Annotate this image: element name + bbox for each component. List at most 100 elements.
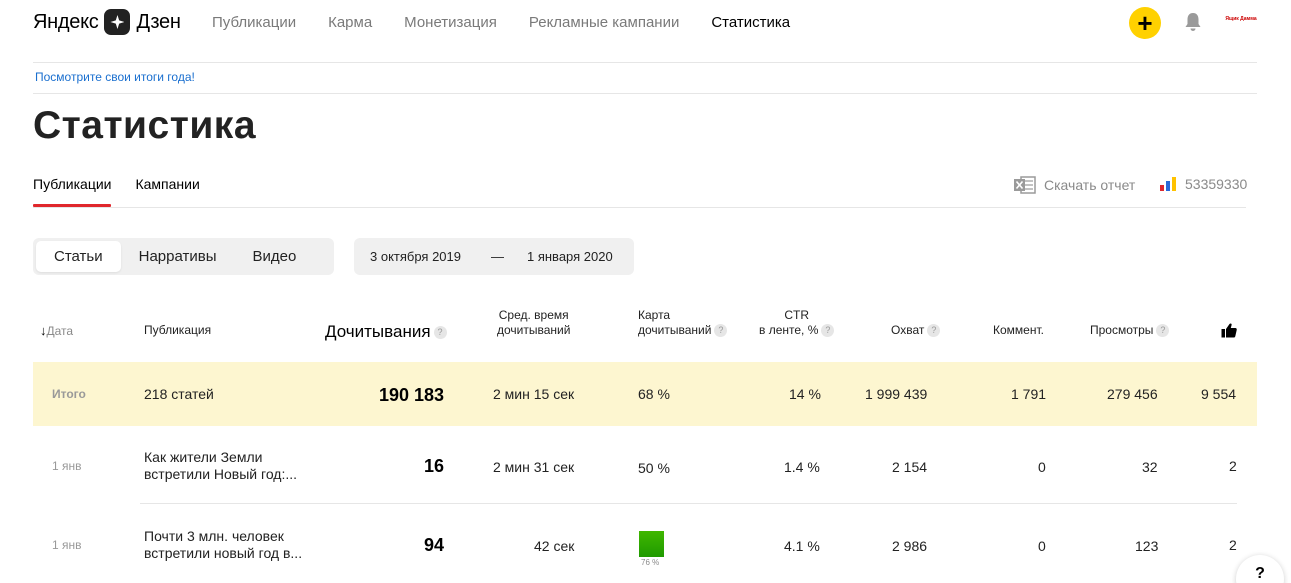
row-comments: 0 bbox=[1038, 459, 1046, 475]
row-ctr: 1.4 % bbox=[784, 459, 820, 475]
column-read-map-label-1: Карта bbox=[638, 308, 671, 322]
column-publication-header: Публикация bbox=[144, 323, 212, 337]
row-title-line-1: Как жители Земли bbox=[144, 449, 263, 465]
help-icon[interactable]: ? bbox=[714, 324, 728, 338]
date-from: 3 октября 2019 bbox=[370, 249, 461, 264]
column-reach-header[interactable]: Охват? bbox=[891, 323, 941, 338]
total-ctr: 14 % bbox=[789, 386, 821, 402]
divider bbox=[33, 93, 1257, 94]
nav-karma[interactable]: Карма bbox=[328, 14, 372, 31]
logo[interactable]: Яндекс Дзен bbox=[33, 9, 181, 35]
column-avg-time-label-1: Сред. время bbox=[498, 308, 569, 322]
nav-publications[interactable]: Публикации bbox=[212, 14, 296, 31]
total-views: 279 456 bbox=[1107, 386, 1158, 402]
column-comments-header[interactable]: Коммент. bbox=[993, 323, 1044, 338]
help-icon[interactable]: ? bbox=[821, 324, 835, 338]
row-avg-time: 42 сек bbox=[534, 538, 575, 554]
counter-id: 53359330 bbox=[1185, 176, 1248, 192]
total-reach: 1 999 439 bbox=[865, 386, 928, 402]
tab-campaigns[interactable]: Кампании bbox=[135, 176, 199, 206]
tab-publications[interactable]: Публикации bbox=[33, 176, 112, 207]
row-likes: 2 bbox=[1229, 458, 1237, 474]
total-reads: 190 183 bbox=[379, 385, 445, 405]
download-report-button[interactable]: Скачать отчет bbox=[1014, 176, 1135, 194]
nav-statistics[interactable]: Статистика bbox=[711, 14, 790, 31]
help-button[interactable]: ? bbox=[1236, 555, 1284, 583]
date-to: 1 января 2020 bbox=[527, 249, 613, 264]
row-ctr: 4.1 % bbox=[784, 538, 820, 554]
table-total-row: Итого 218 статей 190 183 2 мин 15 сек 68… bbox=[33, 362, 1257, 426]
row-date: 1 янв bbox=[52, 538, 82, 552]
logo-text-right: Дзен bbox=[136, 10, 181, 33]
column-reads-label: Дочитывания bbox=[325, 322, 431, 341]
total-publications: 218 статей bbox=[144, 386, 214, 402]
year-summary-link[interactable]: Посмотрите свои итоги года! bbox=[35, 70, 195, 84]
column-reach-label: Охват bbox=[891, 323, 925, 337]
column-read-map-label-2: дочитываний bbox=[638, 323, 712, 337]
logo-text-left: Яндекс bbox=[33, 10, 99, 33]
row-title-line-2: встретили Новый год:... bbox=[144, 466, 298, 482]
bell-icon[interactable] bbox=[1184, 12, 1202, 32]
main-nav: Публикации Карма Монетизация Рекламные к… bbox=[212, 14, 790, 31]
nav-monetization[interactable]: Монетизация bbox=[404, 14, 497, 31]
excel-icon bbox=[1014, 176, 1036, 194]
segment-video[interactable]: Видео bbox=[235, 241, 315, 272]
column-ctr-header[interactable]: CTR в ленте, %? bbox=[759, 308, 835, 338]
row-views: 123 bbox=[1135, 538, 1159, 554]
column-ctr-label-1: CTR bbox=[784, 308, 810, 322]
row-date: 1 янв bbox=[52, 459, 82, 473]
row-avg-time: 2 мин 31 сек bbox=[493, 459, 575, 475]
metrika-counter-link[interactable]: 53359330 bbox=[1159, 176, 1247, 192]
total-avg-time: 2 мин 15 сек bbox=[493, 386, 575, 402]
row-title[interactable]: Как жители Земли встретили Новый год:... bbox=[144, 449, 297, 483]
divider bbox=[33, 62, 1257, 63]
segment-articles[interactable]: Статьи bbox=[36, 241, 121, 272]
column-reads-header[interactable]: Дочитывания? bbox=[325, 322, 447, 342]
add-publication-button[interactable]: + bbox=[1129, 7, 1161, 39]
column-views-header[interactable]: Просмотры? bbox=[1090, 323, 1170, 338]
row-reads: 94 bbox=[424, 535, 445, 555]
divider bbox=[140, 503, 1237, 504]
content-type-switch: Статьи Нарративы Видео bbox=[33, 238, 334, 275]
column-views-label: Просмотры bbox=[1090, 323, 1154, 337]
column-date-label: Дата bbox=[46, 324, 74, 338]
row-reach: 2 154 bbox=[892, 459, 928, 475]
date-range-picker[interactable]: 3 октября 2019 — 1 января 2020 bbox=[354, 238, 634, 275]
metrika-icon bbox=[1160, 177, 1176, 191]
column-read-map-header[interactable]: Карта дочитываний? bbox=[638, 308, 728, 338]
row-reads: 16 bbox=[424, 456, 445, 476]
row-likes: 2 bbox=[1229, 537, 1237, 553]
column-date-header[interactable]: ↓Дата bbox=[40, 323, 73, 339]
plus-icon: + bbox=[1137, 8, 1153, 38]
help-icon[interactable]: ? bbox=[927, 324, 941, 338]
row-reach: 2 986 bbox=[892, 538, 928, 554]
row-title-line-2: встретили новый год в... bbox=[144, 545, 303, 561]
avatar[interactable]: Ящик Дамма bbox=[1224, 16, 1258, 30]
divider bbox=[33, 207, 1246, 208]
page-title: Статистика bbox=[33, 104, 257, 147]
nav-ad-campaigns[interactable]: Рекламные кампании bbox=[529, 14, 679, 31]
download-report-label: Скачать отчет bbox=[1044, 177, 1136, 193]
read-map-thumbnail[interactable] bbox=[639, 531, 664, 557]
total-read-map: 68 % bbox=[638, 386, 670, 402]
total-likes: 9 554 bbox=[1201, 386, 1237, 402]
zen-logo-icon bbox=[104, 9, 131, 35]
avatar-text: Ящик Дамма bbox=[1225, 16, 1257, 22]
help-icon[interactable]: ? bbox=[433, 326, 447, 340]
column-avg-time-header[interactable]: Сред. время дочитываний bbox=[497, 308, 570, 338]
total-label: Итого bbox=[52, 387, 86, 401]
row-title[interactable]: Почти 3 млн. человек встретили новый год… bbox=[144, 528, 302, 562]
segment-narratives[interactable]: Нарративы bbox=[121, 241, 235, 272]
thumbs-up-icon[interactable] bbox=[1221, 323, 1237, 338]
row-views: 32 bbox=[1142, 459, 1158, 475]
column-avg-time-label-2: дочитываний bbox=[497, 323, 571, 337]
row-comments: 0 bbox=[1038, 538, 1046, 554]
date-dash: — bbox=[491, 249, 504, 264]
top-bar: Яндекс Дзен Публикации Карма Монетизация… bbox=[0, 0, 1291, 48]
row-read-map: 50 % bbox=[638, 460, 670, 476]
help-icon[interactable]: ? bbox=[1156, 324, 1170, 338]
row-title-line-1: Почти 3 млн. человек bbox=[144, 528, 284, 544]
total-comments: 1 791 bbox=[1011, 386, 1047, 402]
subtabs: Публикации Кампании bbox=[33, 176, 200, 207]
read-map-value: 76 % bbox=[641, 558, 660, 567]
